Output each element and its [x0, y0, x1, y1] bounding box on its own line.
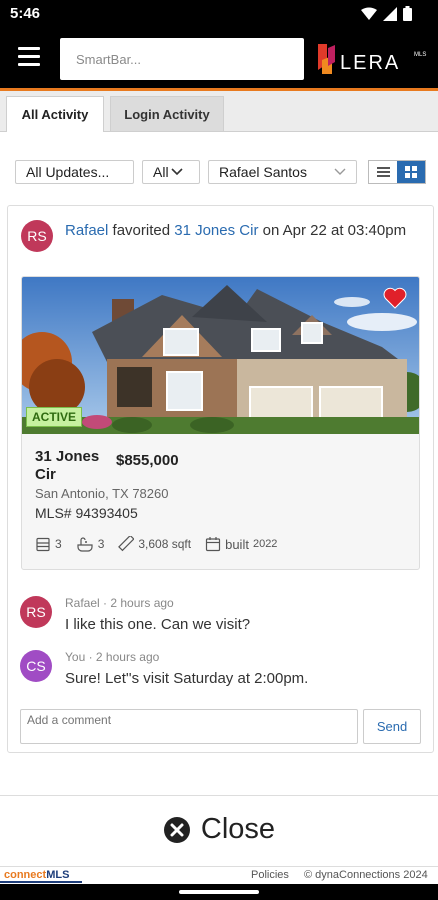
built-year: 2022	[252, 538, 278, 550]
home-gesture-handle[interactable]	[179, 890, 259, 894]
chevron-down-icon	[334, 168, 346, 175]
listing-facts: 3 3 3,608 sqft built 2022	[35, 536, 287, 552]
calendar-icon	[205, 537, 221, 552]
list-view-button[interactable]	[369, 161, 397, 183]
listing-mls-number: MLS# 94393405	[35, 505, 138, 521]
logo-text: LERA	[340, 52, 400, 74]
listing-city: San Antonio, TX 78260	[35, 486, 169, 501]
ruler-icon	[118, 536, 135, 552]
tab-login-activity[interactable]: Login Activity	[110, 96, 224, 132]
copyright-text: © dynaConnections 2024	[304, 869, 428, 881]
close-circle-icon	[163, 816, 190, 843]
policies-link[interactable]: Policies	[251, 869, 289, 881]
updates-filter-select[interactable]: All Updates...	[15, 160, 134, 184]
wifi-icon	[361, 7, 377, 20]
sqft-fact: 3,608 sqft	[118, 536, 191, 552]
hamburger-menu-icon[interactable]	[18, 47, 40, 67]
comment-text: Sure! Let''s visit Saturday at 2:00pm.	[65, 670, 309, 687]
listing-street: 31 Jones Cir	[35, 448, 100, 483]
comment-text: I like this one. Can we visit?	[65, 616, 251, 633]
filter-row: All Updates... All Rafael Santos	[0, 160, 438, 184]
logo-sup: MLS	[414, 52, 426, 58]
tab-all-activity[interactable]: All Activity	[6, 96, 104, 132]
beds-value: 3	[55, 537, 62, 551]
close-label: Close	[200, 813, 276, 845]
avatar: RS	[21, 220, 53, 252]
updates-filter-value: All Updates...	[26, 164, 110, 180]
agent-filter-select[interactable]: Rafael Santos	[208, 160, 357, 184]
view-toggle	[368, 160, 426, 184]
activity-card: RS Rafael favorited 31 Jones Cir on Apr …	[7, 205, 434, 753]
favorite-heart-icon[interactable]	[383, 287, 407, 309]
baths-fact: 3	[76, 536, 105, 552]
footer: connectMLS Policies © dynaConnections 20…	[0, 866, 438, 883]
connectmls-brand: connectMLS	[4, 869, 70, 881]
smartbar-search-input[interactable]	[60, 38, 304, 80]
status-badge: ACTIVE	[26, 407, 83, 427]
activity-date: on Apr 22 at 03:40pm	[258, 222, 407, 239]
comment-meta: Rafael · 2 hours ago	[65, 596, 174, 610]
status-time: 5:46	[10, 5, 41, 22]
activity-description: Rafael favorited 31 Jones Cir on Apr 22 …	[65, 219, 425, 242]
agent-filter-value: Rafael Santos	[219, 164, 307, 180]
beds-fact: 3	[35, 537, 62, 552]
grid-view-icon	[405, 166, 417, 178]
avatar: RS	[20, 596, 52, 628]
add-comment-input[interactable]	[20, 709, 358, 744]
built-fact: built 2022	[205, 536, 277, 552]
brand-underline	[0, 881, 82, 883]
bath-icon	[77, 536, 93, 552]
battery-icon	[403, 6, 412, 21]
listing-card[interactable]: ACTIVE 31 Jones Cir $855,000 San Antonio…	[21, 276, 420, 570]
scope-filter-value: All	[153, 164, 169, 180]
grid-view-button[interactable]	[397, 161, 425, 183]
send-comment-button[interactable]: Send	[363, 709, 421, 744]
activity-verb: favorited	[108, 222, 175, 239]
signal-icon	[383, 6, 397, 21]
close-button[interactable]: Close	[0, 795, 438, 863]
activity-user-link[interactable]: Rafael	[65, 222, 108, 239]
list-view-icon	[376, 167, 390, 177]
scope-filter-select[interactable]: All	[142, 160, 200, 184]
built-label: built	[225, 536, 249, 552]
status-bar: 5:46	[0, 0, 438, 28]
lera-mls-logo: LERA MLS	[318, 44, 426, 74]
activity-listing-link[interactable]: 31 Jones Cir	[174, 222, 258, 239]
bed-icon	[36, 537, 50, 551]
baths-value: 3	[97, 537, 105, 551]
status-icons	[361, 6, 412, 21]
chevron-down-icon	[170, 168, 183, 176]
sqft-value: 3,608 sqft	[138, 537, 192, 551]
comment-meta: You · 2 hours ago	[65, 650, 160, 664]
listing-price: $855,000	[116, 452, 179, 469]
tab-bar: All Activity Login Activity	[0, 91, 438, 132]
avatar: CS	[20, 650, 52, 682]
system-nav-bar	[0, 884, 438, 900]
app-bar: LERA MLS	[0, 28, 438, 88]
